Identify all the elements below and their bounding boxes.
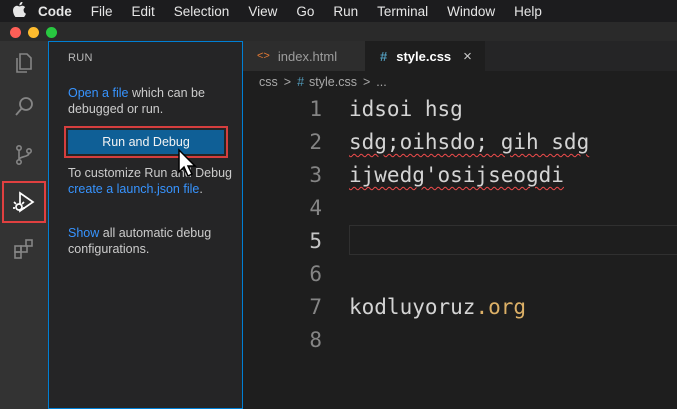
breadcrumb-folder[interactable]: css xyxy=(259,75,278,89)
tab-index-html[interactable]: <> index.html xyxy=(243,41,365,71)
line-text[interactable]: sdg;oihsdo; gih sdg xyxy=(349,126,589,159)
customize-text: To customize Run and Debug xyxy=(68,166,232,180)
line-text[interactable]: idsoi hsg xyxy=(349,93,463,126)
breadcrumb: css > # style.css > ... xyxy=(243,71,677,93)
menu-bar: Code File Edit Selection View Go Run Ter… xyxy=(0,0,677,22)
line-number: 5 xyxy=(309,229,322,253)
line-number: 3 xyxy=(309,163,322,187)
source-control-icon[interactable] xyxy=(0,135,48,175)
menu-help[interactable]: Help xyxy=(514,4,542,19)
menu-code[interactable]: Code xyxy=(38,4,72,19)
html-file-icon: <> xyxy=(257,50,270,62)
line-number: 7 xyxy=(309,295,322,319)
tab-style-css[interactable]: # style.css × xyxy=(365,41,485,71)
close-tab-icon[interactable]: × xyxy=(463,48,472,65)
code-line: 5 xyxy=(243,225,677,258)
css-file-icon: # xyxy=(297,75,305,89)
code-line: 3 ijwedg'osijseogdi xyxy=(243,159,677,192)
explorer-icon[interactable] xyxy=(0,43,48,83)
line-text-a: kodluyoruz xyxy=(349,295,476,319)
menu-go[interactable]: Go xyxy=(296,4,314,19)
code-line: 4 xyxy=(243,192,677,225)
line-text-b: .org xyxy=(475,295,527,319)
code-editor[interactable]: 1 idsoi hsg 2 sdg;oihsdo; gih sdg 3 ijwe… xyxy=(243,93,677,409)
activity-bar xyxy=(0,41,48,409)
code-line: 8 xyxy=(243,324,677,357)
menu-view[interactable]: View xyxy=(248,4,277,19)
close-window-button[interactable] xyxy=(10,27,21,38)
breadcrumb-more[interactable]: ... xyxy=(376,75,386,89)
menu-run[interactable]: Run xyxy=(333,4,358,19)
show-link[interactable]: Show xyxy=(68,226,99,240)
customize-paragraph: To customize Run and Debug create a laun… xyxy=(68,165,238,197)
current-line-highlight xyxy=(349,225,677,255)
minimize-window-button[interactable] xyxy=(28,27,39,38)
run-sidebar: RUN Open a file which can be debugged or… xyxy=(48,41,243,409)
mouse-cursor-icon xyxy=(177,148,203,185)
line-number: 2 xyxy=(309,130,322,154)
open-file-paragraph: Open a file which can be debugged or run… xyxy=(68,85,238,117)
search-icon[interactable] xyxy=(0,87,48,127)
line-number: 6 xyxy=(309,262,322,286)
menu-terminal[interactable]: Terminal xyxy=(377,4,428,19)
apple-icon[interactable] xyxy=(0,1,38,20)
window-titlebar xyxy=(0,22,677,41)
tab-label: index.html xyxy=(277,48,338,64)
line-text[interactable]: ijwedg'osijseogdi xyxy=(349,159,564,192)
run-debug-icon[interactable] xyxy=(2,181,46,223)
tab-label: style.css xyxy=(396,48,452,64)
css-file-icon: # xyxy=(380,48,388,64)
chevron-right-icon: > xyxy=(283,75,292,89)
open-file-link[interactable]: Open a file xyxy=(68,86,128,100)
menu-file[interactable]: File xyxy=(91,4,113,19)
code-line: 2 sdg;oihsdo; gih sdg xyxy=(243,126,677,159)
breadcrumb-file[interactable]: style.css xyxy=(309,75,357,89)
code-line: 6 xyxy=(243,258,677,291)
code-line: 1 idsoi hsg xyxy=(243,93,677,126)
menu-edit[interactable]: Edit xyxy=(132,4,155,19)
extensions-icon[interactable] xyxy=(0,229,48,269)
maximize-window-button[interactable] xyxy=(46,27,57,38)
sidebar-title: RUN xyxy=(68,52,93,64)
menu-selection[interactable]: Selection xyxy=(174,4,230,19)
chevron-right-icon: > xyxy=(362,75,371,89)
line-number: 4 xyxy=(309,196,322,220)
show-paragraph: Show all automatic debug configurations. xyxy=(68,225,238,257)
code-line: 7 kodluyoruz.org xyxy=(243,291,677,324)
menu-window[interactable]: Window xyxy=(447,4,495,19)
line-number: 1 xyxy=(309,97,322,121)
line-text[interactable]: kodluyoruz.org xyxy=(349,291,526,324)
line-number: 8 xyxy=(309,328,322,352)
editor-tab-bar: <> index.html # style.css × xyxy=(243,41,677,71)
